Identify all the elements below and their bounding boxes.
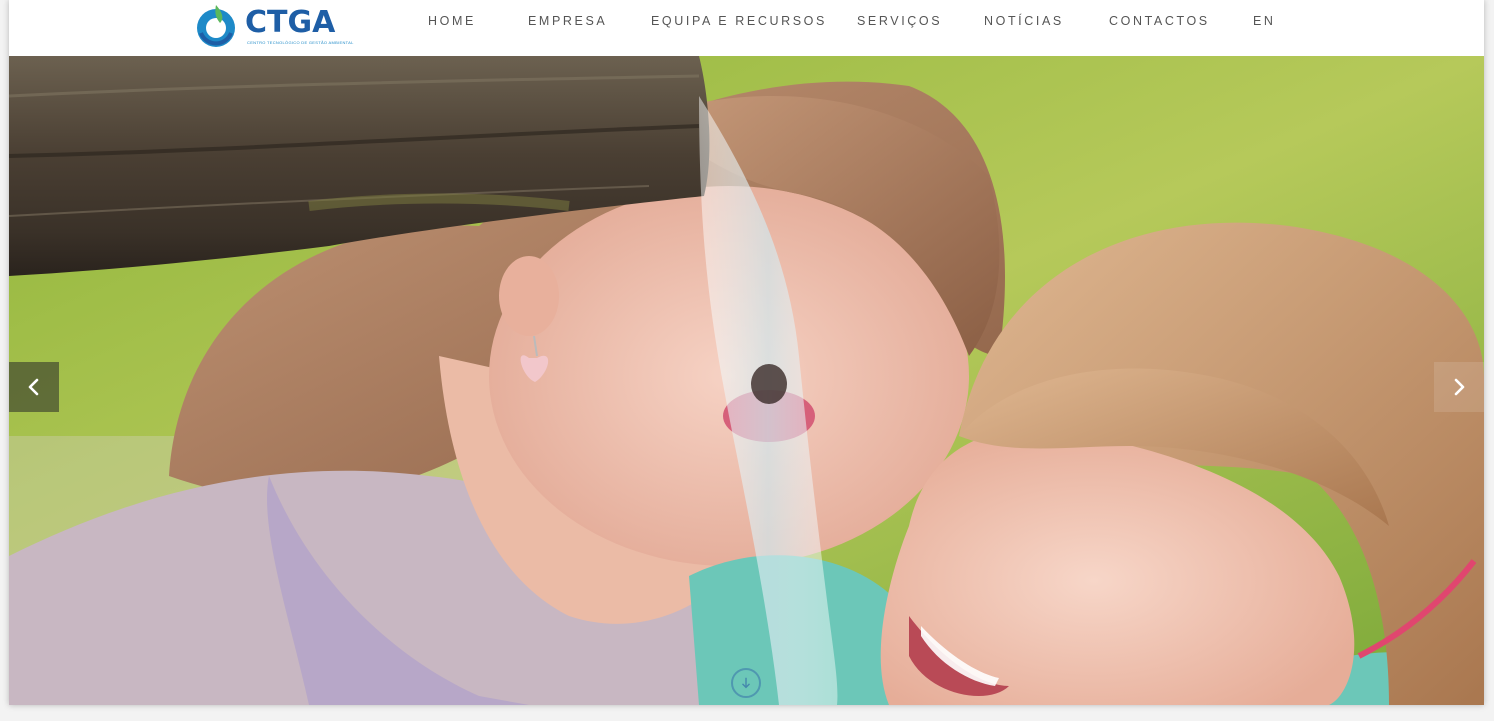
- water-drop-icon: [197, 5, 235, 47]
- site-header: CTGA CENTRO TECNOLÓGICO DE GESTÃO AMBIEN…: [9, 0, 1484, 56]
- arrow-down-icon: [742, 677, 750, 689]
- nav-contactos[interactable]: CONTACTOS: [1109, 14, 1210, 28]
- chevron-left-icon: [28, 378, 39, 396]
- nav-noticias[interactable]: NOTÍCIAS: [984, 14, 1064, 28]
- scroll-down-button[interactable]: [731, 668, 761, 698]
- logo-text: CTGA: [245, 5, 336, 40]
- page: CTGA CENTRO TECNOLÓGICO DE GESTÃO AMBIEN…: [9, 0, 1484, 705]
- slider-next-button[interactable]: [1434, 362, 1484, 412]
- nav-servicos[interactable]: SERVIÇOS: [857, 14, 942, 28]
- chevron-right-icon: [1454, 378, 1465, 396]
- nav-empresa[interactable]: EMPRESA: [528, 14, 607, 28]
- slider-prev-button[interactable]: [9, 362, 59, 412]
- logo-subtitle: CENTRO TECNOLÓGICO DE GESTÃO AMBIENTAL: [247, 40, 354, 45]
- nav-language-en[interactable]: EN: [1253, 14, 1276, 28]
- nav-equipa-e-recursos[interactable]: EQUIPA E RECURSOS: [651, 14, 827, 28]
- nav-home[interactable]: HOME: [428, 14, 476, 28]
- logo[interactable]: CTGA CENTRO TECNOLÓGICO DE GESTÃO AMBIEN…: [193, 2, 353, 50]
- hero-photo: [9, 56, 1484, 705]
- hero-slider: [9, 56, 1484, 705]
